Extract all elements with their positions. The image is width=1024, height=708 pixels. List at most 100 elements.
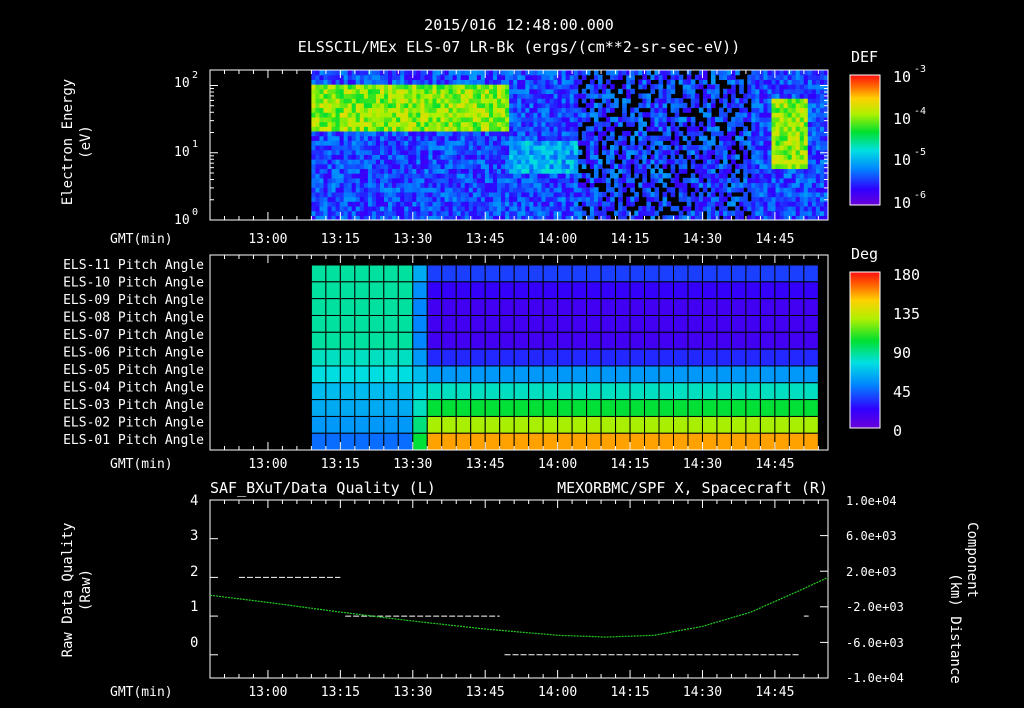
spectrogram-cell — [759, 84, 765, 90]
spectrogram-cell — [509, 88, 514, 95]
spectrogram-cell — [549, 145, 555, 151]
spectrogram-cell — [698, 163, 704, 170]
spectrogram-cell — [666, 98, 672, 104]
spectrogram-cell — [743, 112, 748, 118]
pitch-cell — [441, 382, 457, 401]
spectrogram-cell — [662, 159, 668, 165]
spectrogram-cell — [573, 102, 579, 109]
spectrogram-cell — [392, 210, 397, 216]
spectrogram-cell — [436, 168, 442, 174]
spectrogram-cell — [416, 121, 421, 127]
pitch-row-label: ELS-07 Pitch Angle — [63, 328, 204, 343]
spectrogram-cell — [634, 191, 639, 198]
pitch-cell — [542, 399, 559, 417]
spectrogram-cell — [646, 201, 652, 207]
spectrogram-cell — [339, 88, 345, 95]
spectrogram-cell — [521, 70, 526, 76]
spectrogram-cell — [573, 84, 579, 90]
spectrogram-cell — [775, 84, 781, 90]
spectrogram-cell — [650, 88, 656, 95]
spectrogram-cell — [408, 79, 413, 85]
spectrogram-cell — [763, 84, 769, 90]
spectrogram-cell — [432, 210, 438, 216]
spectrogram-cell — [642, 102, 647, 109]
spectrogram-cell — [666, 79, 672, 85]
spectrogram-cell — [367, 126, 373, 132]
spectrogram-cell — [371, 126, 377, 132]
spectrogram-cell — [626, 168, 631, 174]
spectrogram-cell — [735, 135, 740, 141]
spectrogram-cell — [432, 93, 438, 99]
spectrogram-cell — [476, 182, 482, 188]
spectrogram-cell — [690, 173, 696, 179]
spectrogram-cell — [622, 163, 627, 170]
spectrogram-cell — [674, 145, 680, 151]
spectrogram-cell — [480, 168, 486, 174]
spectrogram-cell — [642, 130, 647, 137]
spectrogram-cell — [468, 79, 474, 85]
pitch-cell — [513, 348, 530, 367]
spectrogram-cell — [811, 112, 817, 118]
spectrogram-cell — [719, 191, 724, 198]
spectrogram-cell — [771, 177, 777, 184]
pitch-cell — [368, 415, 385, 434]
spectrogram-cell — [622, 116, 627, 123]
spectrogram-cell — [533, 74, 539, 80]
spectrogram-cell — [573, 205, 579, 212]
spectrogram-cell — [424, 177, 430, 184]
spectrogram-cell — [448, 130, 454, 137]
spectrogram-cell — [706, 93, 712, 99]
spectrogram-cell — [601, 93, 607, 99]
pitch-cell — [745, 399, 761, 417]
spectrogram-cell — [509, 116, 514, 123]
pitch-cell — [354, 264, 370, 283]
spectrogram-cell — [388, 187, 393, 193]
spectrogram-cell — [674, 177, 680, 184]
spectrogram-cell — [694, 210, 700, 216]
pitch-cell — [339, 365, 356, 384]
spectrogram-cell — [400, 98, 405, 104]
spectrogram-cell — [597, 177, 603, 184]
spectrogram-cell — [791, 88, 797, 95]
spectrogram-cell — [545, 107, 551, 113]
spectrogram-cell — [331, 107, 337, 113]
spectrogram-cell — [375, 107, 381, 113]
spectrogram-cell — [807, 159, 813, 165]
spectrogram-cell — [331, 201, 337, 207]
spectrogram-cell — [803, 196, 809, 202]
spectrogram-cell — [658, 140, 664, 146]
spectrogram-cell — [682, 163, 688, 170]
spectrogram-cell — [747, 201, 752, 207]
spectrogram-cell — [347, 135, 353, 141]
spectrogram-cell — [565, 210, 571, 216]
spectrogram-cell — [719, 205, 724, 212]
spectrogram-cell — [513, 93, 518, 99]
spectrogram-cell — [714, 182, 720, 188]
spectrogram-cell — [593, 201, 599, 207]
pitch-cell — [354, 298, 370, 316]
spectrogram-cell — [363, 191, 369, 198]
spectrogram-cell — [355, 88, 361, 95]
spectrogram-cell — [480, 154, 486, 160]
spectrogram-cell — [727, 74, 732, 80]
spectrogram-cell — [670, 84, 676, 90]
spectrogram-cell — [444, 107, 450, 113]
spectrogram-cell — [626, 149, 631, 155]
spectrogram-cell — [698, 205, 704, 212]
spectrogram-cell — [351, 177, 357, 184]
spectrogram-cell — [537, 140, 543, 146]
spectrogram-cell — [654, 98, 660, 104]
spectrogram-cell — [589, 154, 595, 160]
spectrogram-cell — [493, 177, 498, 184]
spectrogram-cell — [557, 70, 563, 76]
spectrogram-cell — [779, 210, 785, 216]
spectrogram-cell — [565, 135, 571, 141]
spectrogram-cell — [815, 126, 821, 132]
spectrogram-cell — [388, 93, 393, 99]
spectrogram-cell — [525, 177, 530, 184]
spectrogram-cell — [428, 70, 434, 76]
pitch-cell — [701, 298, 718, 316]
spectrogram-cell — [331, 196, 337, 202]
spectrogram-cell — [710, 201, 716, 207]
spectrogram-cell — [549, 196, 555, 202]
